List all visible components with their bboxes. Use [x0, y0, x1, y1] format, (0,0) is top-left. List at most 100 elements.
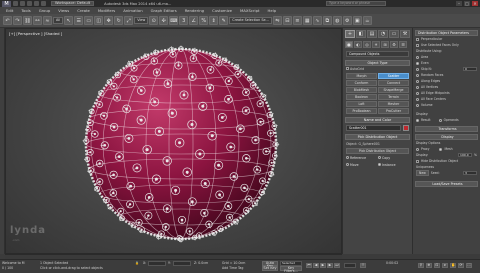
morph-button[interactable]: Morph: [346, 73, 377, 79]
go-to-end-icon[interactable]: ⏭: [334, 263, 340, 268]
percent-snap-icon[interactable]: %: [199, 16, 208, 25]
space-warps-icon[interactable]: ⚙: [390, 41, 398, 48]
select-by-name-icon[interactable]: ☰: [74, 16, 83, 25]
shapes-icon[interactable]: ◐: [354, 41, 362, 48]
conform-button[interactable]: Conform: [346, 80, 377, 86]
schematic-view-icon[interactable]: ⧉: [323, 16, 332, 25]
boolean-button[interactable]: Boolean: [346, 94, 377, 100]
use-selected-checkbox[interactable]: [416, 44, 419, 47]
proboolean-button[interactable]: ProBoolean: [346, 108, 377, 114]
select-object-icon[interactable]: ↖: [64, 16, 73, 25]
category-dropdown[interactable]: Compound Objects: [346, 51, 409, 57]
name-color-rollout[interactable]: Name and Color: [345, 117, 410, 123]
lights-icon[interactable]: ◎: [363, 41, 371, 48]
edit-named-sets-icon[interactable]: ✎: [219, 16, 228, 25]
tab-hierarchy[interactable]: ▤: [367, 30, 377, 38]
app-logo[interactable]: M: [2, 1, 11, 7]
blobmesh-button[interactable]: BlobMesh: [346, 87, 377, 93]
autogrid-checkbox[interactable]: [346, 67, 349, 70]
geometry-icon[interactable]: ●: [345, 41, 353, 48]
window-crossing-icon[interactable]: ◫: [94, 16, 103, 25]
systems-icon[interactable]: ☰: [399, 41, 407, 48]
rect-selection-icon[interactable]: ▭: [84, 16, 93, 25]
all-face-centers-radio[interactable]: [416, 98, 419, 101]
tab-create[interactable]: +: [345, 30, 355, 38]
current-frame-field[interactable]: [344, 263, 356, 268]
spinner-snap-icon[interactable]: ⇕: [209, 16, 218, 25]
save-file-icon[interactable]: [27, 1, 32, 6]
hide-distribution-checkbox[interactable]: [416, 160, 419, 163]
result-radio[interactable]: [416, 119, 419, 122]
link-icon[interactable]: ⛓: [23, 16, 32, 25]
x-coord-field[interactable]: [148, 261, 166, 266]
render-setup-icon[interactable]: ⚙: [343, 16, 352, 25]
angle-snap-icon[interactable]: ∠: [189, 16, 198, 25]
workspace-dropdown[interactable]: Workspace: Default: [51, 1, 94, 6]
copy-radio[interactable]: [378, 156, 381, 159]
terrain-button[interactable]: Terrain: [378, 94, 409, 100]
display-percent-spinner[interactable]: 100.0: [458, 153, 472, 157]
move-icon[interactable]: ✥: [104, 16, 113, 25]
menu-graph-editors[interactable]: Graph Editors: [151, 8, 177, 13]
loft-button[interactable]: Loft: [346, 101, 377, 107]
add-time-tag[interactable]: Add Time Tag: [222, 266, 243, 270]
undo-icon[interactable]: [34, 1, 39, 6]
lock-icon[interactable]: 🔒: [135, 261, 139, 265]
play-icon[interactable]: ▶: [320, 263, 326, 268]
bind-space-warp-icon[interactable]: ≈: [43, 16, 52, 25]
menu-edit[interactable]: Edit: [6, 8, 13, 13]
scale-icon[interactable]: ⤢: [124, 16, 133, 25]
menu-rendering[interactable]: Rendering: [185, 8, 204, 13]
mesher-button[interactable]: Mesher: [378, 101, 409, 107]
named-selection-dropdown[interactable]: Create Selection Se...: [229, 17, 272, 24]
helpers-icon[interactable]: ⊞: [381, 41, 389, 48]
menu-views[interactable]: Views: [58, 8, 69, 13]
skip-n-radio[interactable]: [416, 68, 419, 71]
tab-motion[interactable]: ◔: [378, 30, 388, 38]
object-name-field[interactable]: Scatter001: [346, 125, 401, 131]
minimize-button[interactable]: –: [456, 1, 462, 6]
menu-modifiers[interactable]: Modifiers: [98, 8, 115, 13]
viewport-label[interactable]: [+] [Perspective ] [Shaded ]: [9, 31, 62, 36]
orbit-icon[interactable]: ⟳: [458, 263, 464, 268]
skip-n-spinner[interactable]: 0: [463, 67, 477, 71]
object-type-rollout[interactable]: Object Type: [345, 60, 410, 66]
align-icon[interactable]: ⊟: [283, 16, 292, 25]
load-save-presets-rollout[interactable]: Load/Save Presets: [415, 181, 478, 187]
zoom-icon[interactable]: ⚲: [418, 263, 424, 268]
undo-icon[interactable]: ↶: [3, 16, 12, 25]
mesh-radio[interactable]: [439, 148, 442, 151]
rotate-icon[interactable]: ↻: [114, 16, 123, 25]
new-file-icon[interactable]: [13, 1, 18, 6]
render-production-icon[interactable]: ☕: [363, 16, 372, 25]
menu-customize[interactable]: Customize: [212, 8, 232, 13]
menu-help[interactable]: Help: [268, 8, 277, 13]
operands-radio[interactable]: [439, 119, 442, 122]
tab-display[interactable]: ▭: [389, 30, 399, 38]
even-radio[interactable]: [416, 62, 419, 65]
open-file-icon[interactable]: [20, 1, 25, 6]
redo-icon[interactable]: ↷: [13, 16, 22, 25]
zoom-all-icon[interactable]: ⊕: [426, 263, 432, 268]
time-config-icon[interactable]: ⏱: [360, 263, 366, 268]
key-filters-button[interactable]: Key Filters...: [280, 266, 302, 271]
tab-modify[interactable]: ◧: [356, 30, 366, 38]
field-of-view-icon[interactable]: ⊳: [442, 263, 448, 268]
all-edge-midpoints-radio[interactable]: [416, 92, 419, 95]
zoom-extents-icon[interactable]: ⊡: [434, 263, 440, 268]
random-faces-radio[interactable]: [416, 74, 419, 77]
mirror-icon[interactable]: ⇋: [273, 16, 282, 25]
unlink-icon[interactable]: ⚯: [33, 16, 42, 25]
menu-maxscript[interactable]: MAXScript: [240, 8, 260, 13]
y-coord-field[interactable]: [173, 261, 191, 266]
set-key-button[interactable]: Set Key: [262, 266, 278, 271]
perpendicular-checkbox[interactable]: [416, 38, 419, 41]
object-color-swatch[interactable]: [403, 125, 409, 131]
volume-radio[interactable]: [416, 104, 419, 107]
scatter-button[interactable]: Scatter: [378, 73, 409, 79]
reference-coord-dropdown[interactable]: View: [134, 17, 148, 24]
snap-icon[interactable]: 3: [179, 16, 188, 25]
graphite-icon[interactable]: ▦: [303, 16, 312, 25]
menu-create[interactable]: Create: [77, 8, 90, 13]
menu-group[interactable]: Group: [39, 8, 51, 13]
